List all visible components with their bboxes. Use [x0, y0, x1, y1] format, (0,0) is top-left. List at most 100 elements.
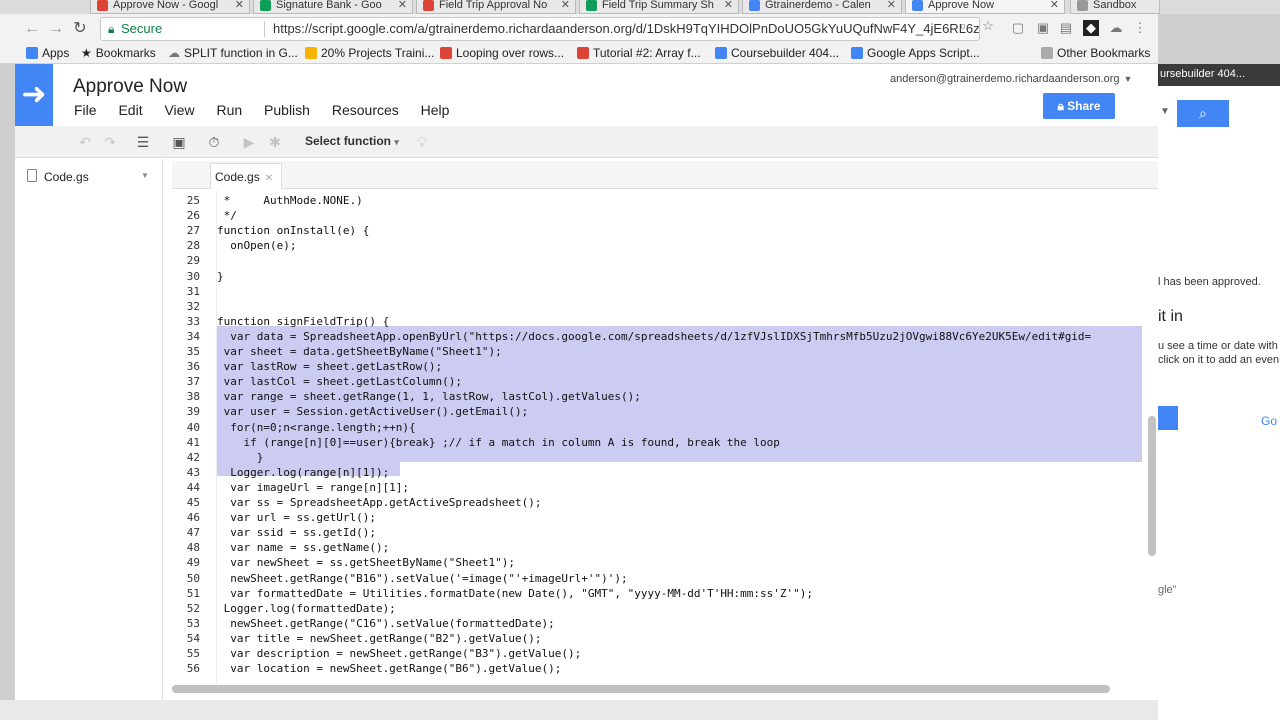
code-line[interactable]: 37 var lastCol = sheet.getLastColumn();	[172, 374, 1158, 389]
redo-icon[interactable]: ↷	[100, 132, 120, 152]
lightbulb-icon[interactable]: 💡︎	[412, 132, 432, 152]
code-line[interactable]: 26 */	[172, 208, 1158, 223]
code-line[interactable]: 47 var ssid = ss.getId();	[172, 525, 1158, 540]
go-link[interactable]: Go	[1261, 414, 1277, 428]
code-line[interactable]: 41 if (range[n][0]==user){break} ;// if …	[172, 435, 1158, 450]
browser-tab-calendar[interactable]: Gtrainerdemo - Calen ✕	[742, 0, 902, 14]
code-line[interactable]: 50 newSheet.getRange("B16").setValue('=i…	[172, 571, 1158, 586]
extension-icon[interactable]: ◆	[1083, 20, 1099, 36]
code-line[interactable]: 36 var lastRow = sheet.getLastRow();	[172, 359, 1158, 374]
extension-icon[interactable]: ☁	[1108, 20, 1124, 36]
close-icon[interactable]: ✕	[265, 173, 273, 184]
code-line[interactable]: 52 Logger.log(formattedDate);	[172, 601, 1158, 616]
browser-tab-approve-now-doc[interactable]: Approve Now - Googl ✕	[90, 0, 250, 14]
code-line[interactable]: 48 var name = ss.getName();	[172, 540, 1158, 555]
vertical-scrollbar[interactable]	[1148, 416, 1156, 556]
bookmark-bookmarks[interactable]: ★ Bookmarks	[81, 46, 156, 60]
code-line[interactable]: 53 newSheet.getRange("C16").setValue(for…	[172, 616, 1158, 631]
triggers-clock-icon[interactable]: ⏱	[204, 132, 224, 152]
chevron-down-icon[interactable]: ▼	[141, 171, 149, 180]
menu-resources[interactable]: Resources	[332, 102, 399, 118]
bookmark-looping-rows[interactable]: Looping over rows...	[440, 46, 564, 60]
zoom-icon[interactable]: ⌕	[955, 18, 971, 34]
code-line[interactable]: 43 Logger.log(range[n][1]);	[172, 465, 1158, 480]
tab-close-icon[interactable]: ✕	[235, 0, 244, 11]
code-line[interactable]: 42 }	[172, 450, 1158, 465]
extension-icon[interactable]: ▣	[1035, 20, 1051, 36]
bookmark-coursebuilder[interactable]: Coursebuilder 404...	[715, 46, 839, 60]
code-line[interactable]: 35 var sheet = data.getSheetByName("Shee…	[172, 344, 1158, 359]
chrome-menu-icon[interactable]: ⋮	[1132, 20, 1148, 36]
code-line[interactable]: 49 var newSheet = ss.getSheetByName("She…	[172, 555, 1158, 570]
code-line[interactable]: 40 for(n=0;n<range.length;++n){	[172, 420, 1158, 435]
browser-tab-bar: Approve Now - Googl ✕ Signature Bank - G…	[0, 0, 1280, 14]
browser-tab-approve-now-active[interactable]: Approve Now ✕	[905, 0, 1065, 14]
tab-close-icon[interactable]: ✕	[398, 0, 407, 11]
account-switcher[interactable]: anderson@gtrainerdemo.richardaanderson.o…	[890, 73, 1132, 85]
browser-tab-sandbox[interactable]: Sandbox	[1070, 0, 1160, 14]
other-bookmarks[interactable]: Other Bookmarks	[1041, 46, 1150, 60]
menu-help[interactable]: Help	[421, 102, 450, 118]
browser-tab-signature-bank[interactable]: Signature Bank - Goo ✕	[253, 0, 413, 14]
extension-icon[interactable]: ▢	[1010, 20, 1026, 36]
code-line[interactable]: 31	[172, 284, 1158, 299]
code-line[interactable]: 25 * AuthMode.NONE.)	[172, 193, 1158, 208]
tab-close-icon[interactable]: ✕	[561, 0, 570, 11]
debug-bug-icon[interactable]: ✱	[265, 132, 285, 152]
code-text: var lastCol = sheet.getLastColumn();	[217, 375, 463, 389]
code-line[interactable]: 46 var url = ss.getUrl();	[172, 510, 1158, 525]
code-line[interactable]: 55 var description = newSheet.getRange("…	[172, 646, 1158, 661]
share-button[interactable]: 🔒︎ Share	[1043, 93, 1115, 119]
code-line[interactable]: 34 var data = SpreadsheetApp.openByUrl("…	[172, 329, 1158, 344]
forward-arrow-icon[interactable]: →	[46, 19, 66, 39]
menu-file[interactable]: File	[74, 102, 97, 118]
run-icon[interactable]: ▶	[239, 132, 259, 152]
code-line[interactable]: 45 var ss = SpreadsheetApp.getActiveSpre…	[172, 495, 1158, 510]
menu-view[interactable]: View	[164, 102, 194, 118]
indent-icon[interactable]: ☰	[133, 132, 153, 152]
code-line[interactable]: 56 var location = newSheet.getRange("B6"…	[172, 661, 1158, 676]
code-line[interactable]: 51 var formattedDate = Utilities.formatD…	[172, 586, 1158, 601]
background-button[interactable]	[1158, 406, 1178, 430]
menu-edit[interactable]: Edit	[118, 102, 142, 118]
bookmark-20-projects[interactable]: 20% Projects Traini...	[305, 46, 434, 60]
menu-run[interactable]: Run	[216, 102, 242, 118]
undo-icon[interactable]: ↶	[75, 132, 95, 152]
bookmark-tutorial-2[interactable]: Tutorial #2: Array f...	[577, 46, 701, 60]
code-editor[interactable]: 25 * AuthMode.NONE.) 26 */27 function onIn…	[172, 190, 1158, 685]
bookmark-google-apps-script[interactable]: Google Apps Script...	[851, 46, 980, 60]
save-icon[interactable]: ▣	[169, 132, 189, 152]
select-function-dropdown[interactable]: Select function ▾	[305, 134, 399, 148]
browser-tab-field-trip-summary[interactable]: Field Trip Summary Sh ✕	[579, 0, 739, 14]
code-line[interactable]: 44 var imageUrl = range[n][1];	[172, 480, 1158, 495]
extension-icon[interactable]: ▤	[1058, 20, 1074, 36]
bookmark-apps[interactable]: Apps	[26, 46, 69, 60]
tab-close-icon[interactable]: ✕	[887, 0, 896, 11]
code-line[interactable]: 32	[172, 299, 1158, 314]
code-line[interactable]: 54 var title = newSheet.getRange("B2").g…	[172, 631, 1158, 646]
apps-script-logo-icon[interactable]: ➜	[15, 64, 53, 126]
bookmark-split-function[interactable]: ☁ SPLIT function in G...	[168, 46, 298, 60]
back-arrow-icon[interactable]: ←	[22, 19, 42, 39]
code-line[interactable]: 29	[172, 253, 1158, 268]
code-line[interactable]: 28 onOpen(e);	[172, 238, 1158, 253]
code-line[interactable]: 38 var range = sheet.getRange(1, 1, last…	[172, 389, 1158, 404]
tab-close-icon[interactable]: ✕	[1050, 0, 1059, 11]
background-window-tab[interactable]: ursebuilder 404...	[1158, 64, 1280, 86]
horizontal-scrollbar[interactable]	[172, 685, 1110, 693]
search-icon[interactable]: ⌕	[1177, 100, 1229, 127]
menu-publish[interactable]: Publish	[264, 102, 310, 118]
tab-code-gs[interactable]: Code.gs ✕	[210, 163, 283, 189]
tab-close-icon[interactable]: ✕	[724, 0, 733, 11]
code-line[interactable]: 39 var user = Session.getActiveUser().ge…	[172, 404, 1158, 419]
bookmark-star-icon[interactable]: ☆	[980, 18, 996, 34]
code-line[interactable]: 30}	[172, 269, 1158, 284]
browser-tab-field-trip-approval[interactable]: Field Trip Approval No ✕	[416, 0, 576, 14]
code-line[interactable]: 33 function signFieldTrip() {	[172, 314, 1158, 329]
code-line[interactable]: 27 function onInstall(e) {	[172, 223, 1158, 238]
reload-icon[interactable]: ↻	[70, 19, 90, 39]
address-bar[interactable]: 🔒︎ Secure https://script.google.com/a/gt…	[100, 17, 980, 41]
code-text: onOpen(e);	[217, 239, 297, 253]
file-item-code-gs[interactable]: Code.gs ▼	[15, 166, 162, 188]
project-title[interactable]: Approve Now	[73, 76, 187, 98]
